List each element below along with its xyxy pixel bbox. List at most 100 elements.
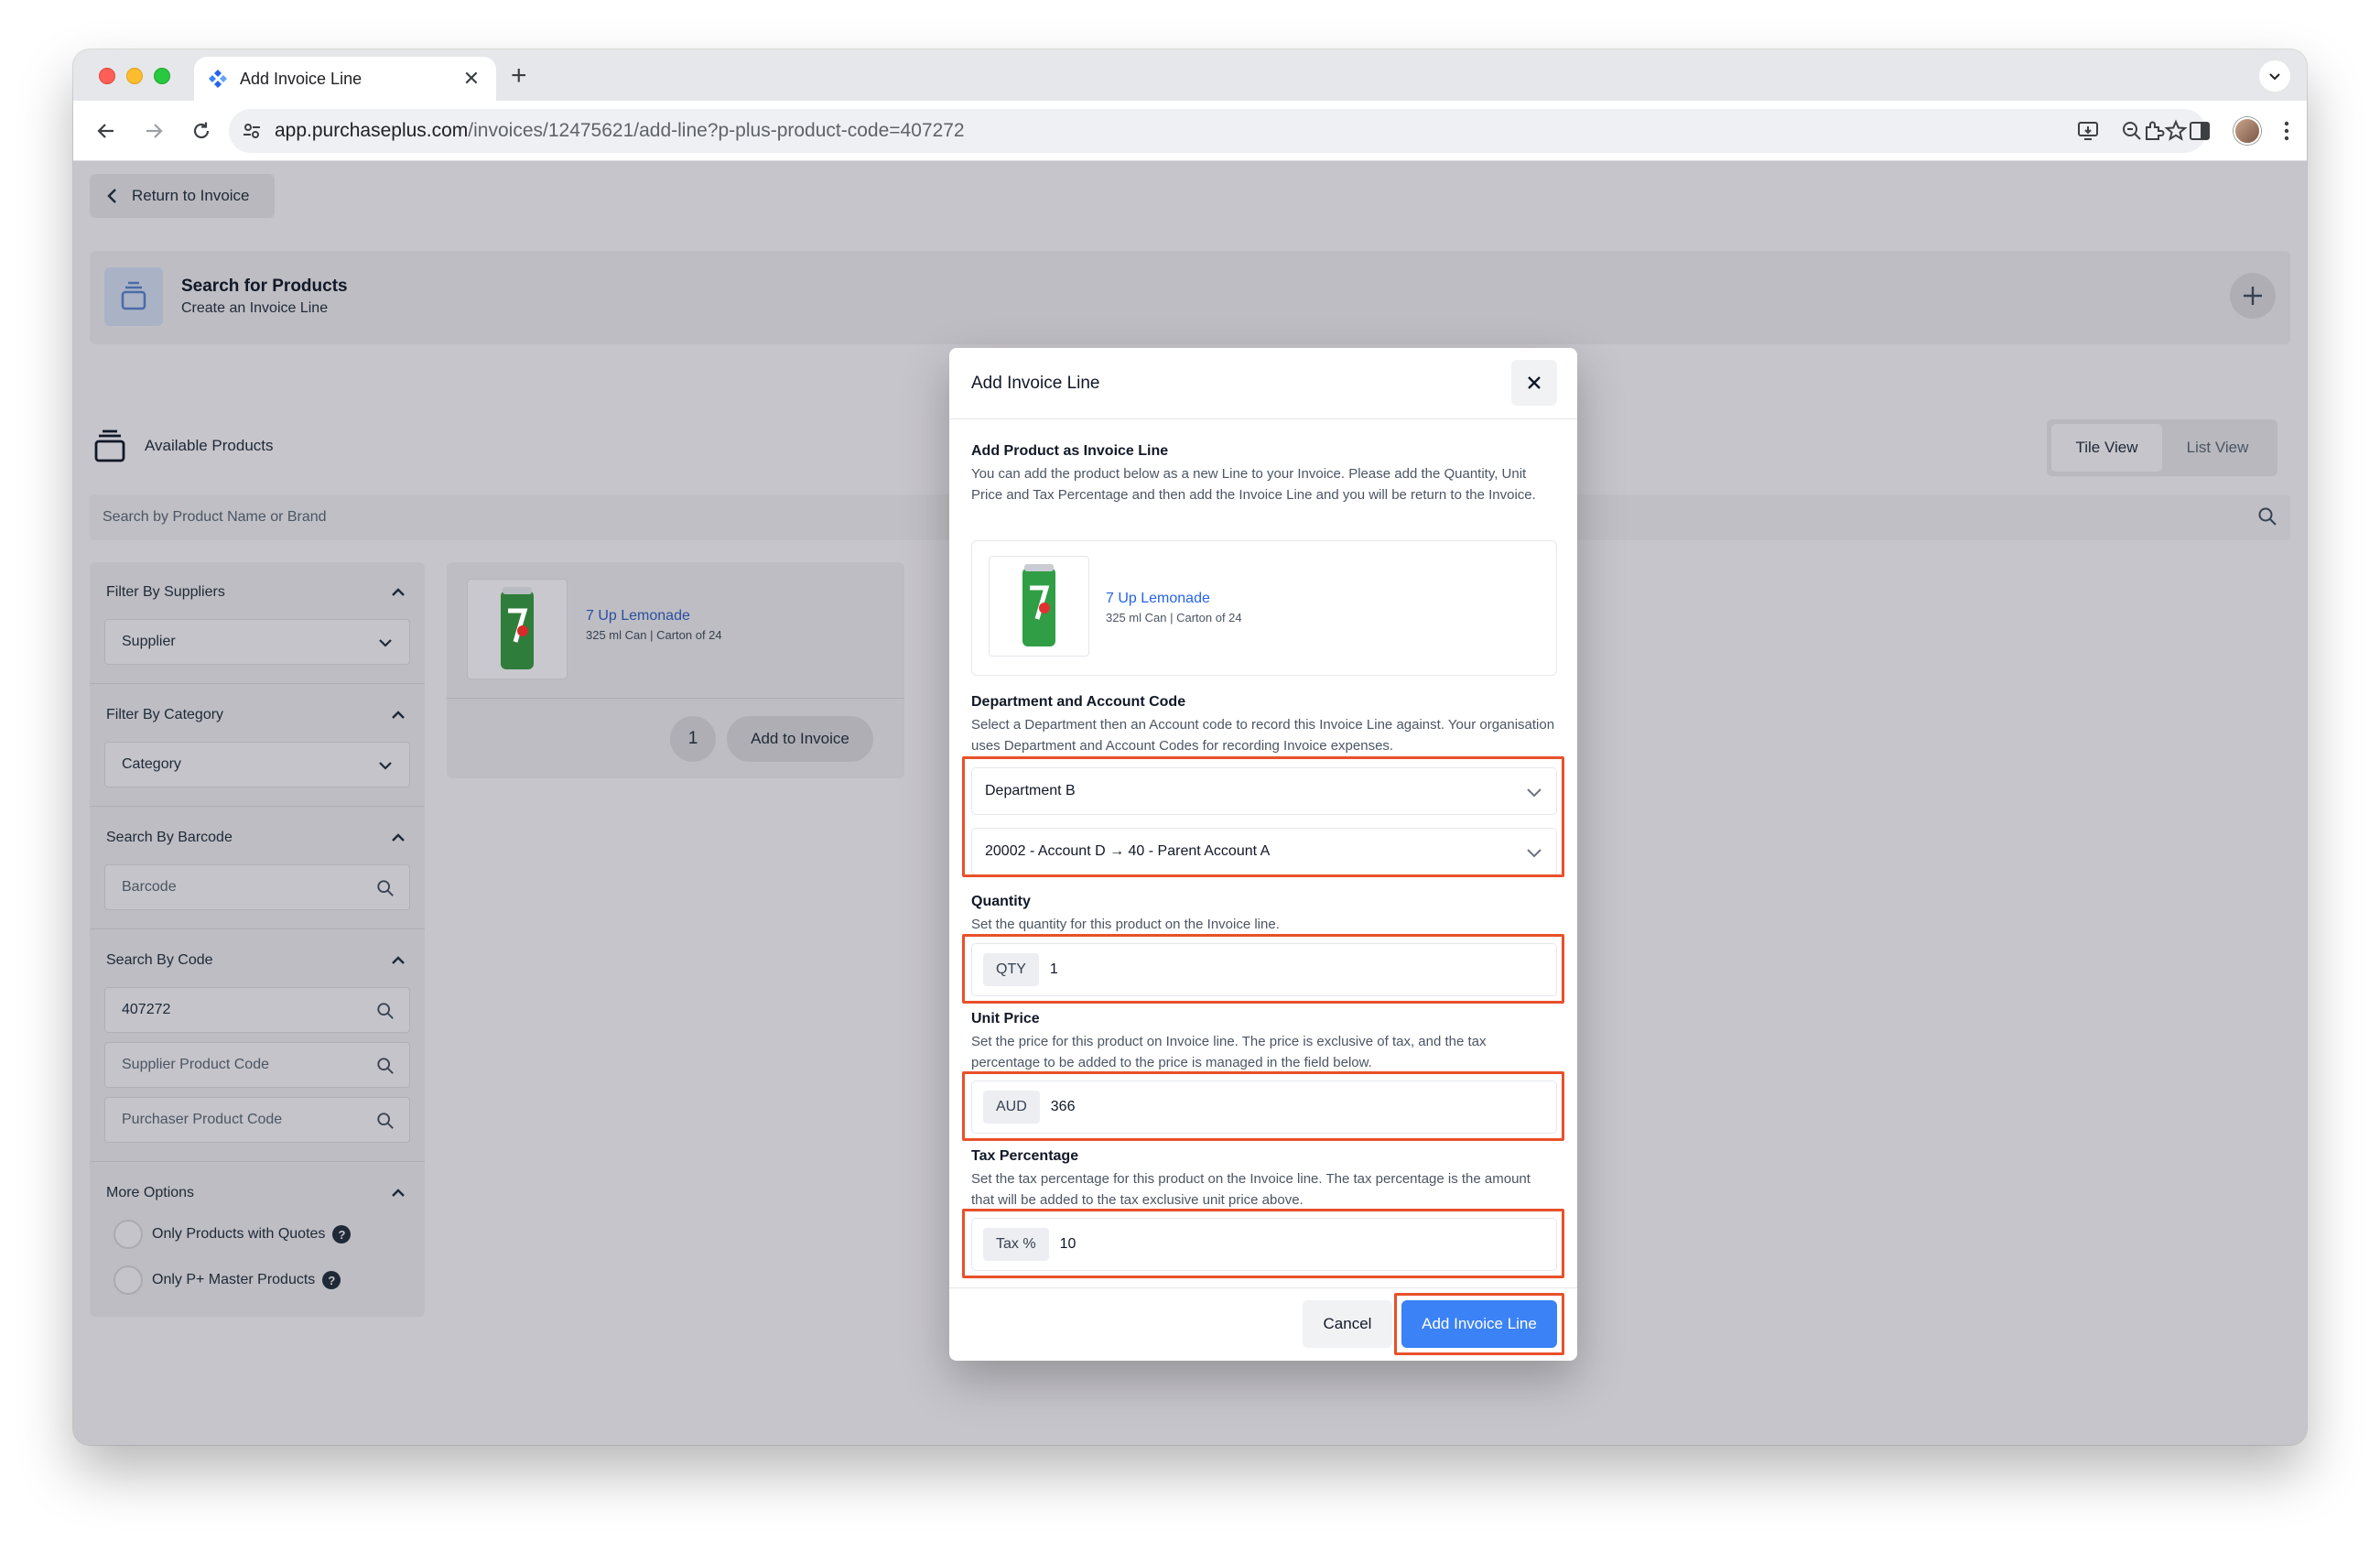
more-options-title: More Options: [106, 1185, 195, 1200]
side-panel-icon[interactable]: [2188, 119, 2212, 143]
product-name-link[interactable]: 7 Up Lemonade: [586, 608, 690, 624]
extensions-icon[interactable]: [2142, 119, 2166, 143]
tile-view-button[interactable]: Tile View: [2051, 424, 2162, 472]
chevron-left-icon: [107, 189, 116, 203]
page-title: Search for Products: [181, 277, 348, 296]
divider: [90, 683, 425, 684]
address-bar[interactable]: app.purchaseplus.com/invoices/12475621/a…: [229, 109, 2206, 153]
modal-close-button[interactable]: [1511, 360, 1557, 406]
tab-close-icon[interactable]: ✕: [460, 67, 483, 91]
dept-account-label: Department and Account Code: [971, 694, 1186, 710]
return-to-invoice-button[interactable]: Return to Invoice: [90, 174, 275, 218]
option-master-radio[interactable]: [114, 1265, 143, 1295]
add-product-label: Add Product as Invoice Line: [971, 443, 1169, 459]
p-plus-code-input[interactable]: 407272: [104, 987, 410, 1033]
add-button[interactable]: [2230, 273, 2276, 319]
maximize-window-button[interactable]: [154, 68, 170, 84]
unit-price-help: Set the price for this product on Invoic…: [971, 1034, 1487, 1070]
browser-tab[interactable]: Add Invoice Line ✕: [194, 57, 496, 101]
install-app-icon[interactable]: [2076, 119, 2100, 143]
add-invoice-line-modal: Add Invoice Line Add Product as Invoice …: [949, 348, 1577, 1361]
list-view-button[interactable]: List View: [2162, 424, 2273, 472]
tab-search-button[interactable]: [2259, 60, 2290, 92]
search-icon: [377, 1058, 394, 1074]
browser-toolbar: app.purchaseplus.com/invoices/12475621/a…: [73, 101, 2307, 161]
search-code-title: Search By Code: [106, 952, 213, 968]
option-quotes-radio[interactable]: [114, 1220, 143, 1249]
unit-price-label: Unit Price: [971, 1011, 1040, 1026]
search-products-header: Search for Products Create an Invoice Li…: [90, 251, 2290, 344]
plus-icon: [2244, 287, 2262, 305]
zoom-icon[interactable]: [2120, 119, 2144, 143]
site-settings-icon[interactable]: [242, 121, 262, 141]
search-icon: [377, 880, 394, 896]
filter-category-title: Filter By Category: [106, 707, 224, 722]
reload-icon: [193, 122, 210, 138]
modal-header: Add Invoice Line: [949, 348, 1577, 419]
highlight-box: [962, 1071, 1564, 1141]
search-icon: [2258, 507, 2277, 526]
browser-window: Add Invoice Line ✕ + app.purchaseplus.co…: [73, 49, 2307, 1445]
arrow-right-icon: [146, 123, 163, 138]
supplier-code-placeholder: Supplier Product Code: [122, 1057, 269, 1072]
product-tile: 7 Up Lemonade 325 ml Can | Carton of 24 …: [447, 562, 904, 778]
purchaseplus-favicon-icon: [209, 70, 227, 88]
tab-bar: Add Invoice Line ✕ +: [73, 49, 2307, 101]
back-button[interactable]: [82, 107, 130, 155]
chevron-down-icon: [2269, 73, 2280, 81]
chevron-up-icon[interactable]: [390, 586, 406, 599]
chevron-up-icon[interactable]: [390, 831, 406, 844]
stack-icon: [104, 267, 163, 326]
forward-button[interactable]: [130, 107, 178, 155]
profile-avatar[interactable]: [2234, 117, 2261, 145]
tax-percentage-label: Tax Percentage: [971, 1148, 1079, 1164]
selected-product: 7 Up Lemonade 325 ml Can | Carton of 24: [971, 540, 1557, 676]
highlight-box: [962, 756, 1564, 877]
barcode-placeholder: Barcode: [122, 879, 177, 895]
chevron-up-icon[interactable]: [390, 1187, 406, 1200]
product-description: 325 ml Can | Carton of 24: [1106, 611, 1242, 624]
product-name-link[interactable]: 7 Up Lemonade: [1106, 591, 1210, 607]
help-icon[interactable]: ?: [332, 1225, 352, 1243]
add-to-invoice-button[interactable]: Add to Invoice: [727, 716, 873, 762]
category-select-value: Category: [122, 756, 181, 772]
search-placeholder: Search by Product Name or Brand: [103, 509, 327, 525]
minimize-window-button[interactable]: [126, 68, 143, 84]
product-quantity[interactable]: 1: [670, 716, 716, 762]
chevron-up-icon[interactable]: [390, 709, 406, 722]
page-subtitle: Create an Invoice Line: [181, 300, 329, 316]
purchaser-product-code-input[interactable]: Purchaser Product Code: [104, 1097, 410, 1143]
option-master-label: Only P+ Master Products: [152, 1272, 316, 1287]
supplier-select[interactable]: Supplier: [104, 619, 410, 665]
soda-can-image: [501, 587, 534, 669]
category-select[interactable]: Category: [104, 742, 410, 787]
divider: [90, 1161, 425, 1162]
modal-title: Add Invoice Line: [971, 374, 1100, 393]
help-icon[interactable]: ?: [322, 1271, 341, 1289]
quantity-label: Quantity: [971, 894, 1031, 909]
chevron-up-icon[interactable]: [390, 954, 406, 967]
supplier-product-code-input[interactable]: Supplier Product Code: [104, 1042, 410, 1088]
barcode-input[interactable]: Barcode: [104, 864, 410, 910]
divider: [90, 806, 425, 807]
divider: [447, 698, 904, 699]
reload-button[interactable]: [178, 107, 225, 155]
modal-footer-divider: [949, 1287, 1577, 1288]
option-quotes-label: Only Products with Quotes: [152, 1226, 326, 1242]
highlight-box: [962, 934, 1564, 1004]
filter-suppliers-title: Filter By Suppliers: [106, 584, 225, 600]
search-barcode-title: Search By Barcode: [106, 830, 233, 845]
search-icon: [377, 1003, 394, 1019]
new-tab-icon[interactable]: +: [511, 60, 527, 92]
cancel-button[interactable]: Cancel: [1303, 1300, 1392, 1348]
product-image: [989, 556, 1089, 657]
close-icon: [1528, 376, 1541, 389]
option-master-row: Only P+ Master Products ?: [114, 1265, 341, 1295]
return-label: Return to Invoice: [132, 187, 250, 204]
arrow-left-icon: [97, 123, 114, 138]
more-vert-icon[interactable]: [2283, 119, 2290, 143]
close-window-button[interactable]: [99, 68, 115, 84]
product-image: [467, 579, 568, 679]
product-description: 325 ml Can | Carton of 24: [586, 628, 722, 642]
highlight-box: [962, 1209, 1564, 1278]
